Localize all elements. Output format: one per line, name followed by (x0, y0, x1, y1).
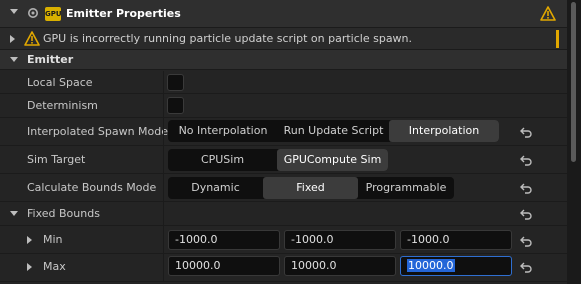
sim-target-segmented-control[interactable]: CPUSim GPUCompute Sim (168, 149, 388, 171)
property-label: Calculate Bounds Mode (27, 181, 157, 194)
panel-title: Emitter Properties (66, 7, 181, 20)
row-min: Min -1000.0 -1000.0 -1000.0 (0, 226, 567, 254)
warning-accent-bar (556, 30, 559, 48)
row-calculate-bounds-mode: Calculate Bounds Mode Dynamic Fixed Prog… (0, 174, 567, 202)
warning-icon (540, 6, 556, 21)
interpolated-spawn-segmented-control[interactable]: No Interpolation Run Update Script Inter… (168, 120, 499, 142)
vertical-scrollbar[interactable] (567, 0, 581, 284)
property-label: Sim Target (27, 153, 86, 166)
gpu-icon: GPU (45, 7, 62, 21)
option-cpusim[interactable]: CPUSim (168, 149, 277, 171)
property-label: Fixed Bounds (27, 207, 100, 220)
option-interpolation[interactable]: Interpolation (389, 120, 499, 142)
determinism-checkbox[interactable] (167, 97, 184, 114)
chevron-right-icon[interactable] (9, 34, 16, 44)
section-emitter[interactable]: Emitter (0, 50, 567, 70)
option-gpucompute-sim[interactable]: GPUCompute Sim (277, 149, 388, 171)
calculate-bounds-segmented-control[interactable]: Dynamic Fixed Programmable (168, 177, 454, 199)
selected-text: 10000.0 (407, 259, 455, 272)
row-interpolated-spawn-mode: Interpolated Spawn Mode No Interpolation… (0, 118, 567, 146)
row-sim-target: Sim Target CPUSim GPUCompute Sim (0, 146, 567, 174)
row-fixed-bounds[interactable]: Fixed Bounds (0, 202, 567, 226)
chevron-down-icon[interactable] (9, 8, 19, 16)
warning-row[interactable]: GPU is incorrectly running particle upda… (0, 28, 567, 50)
chevron-down-icon[interactable] (9, 210, 19, 218)
chevron-down-icon[interactable] (9, 56, 19, 64)
row-determinism: Determinism (0, 94, 567, 118)
panel-header[interactable]: GPU Emitter Properties (0, 0, 567, 28)
warning-icon (24, 31, 40, 46)
reset-to-default-icon[interactable] (519, 125, 533, 139)
min-y-input[interactable]: -1000.0 (284, 230, 396, 250)
reset-to-default-icon[interactable] (519, 153, 533, 167)
chevron-right-icon[interactable] (26, 262, 33, 272)
option-programmable[interactable]: Programmable (358, 177, 454, 199)
reset-to-default-icon[interactable] (519, 234, 533, 248)
option-fixed[interactable]: Fixed (263, 177, 358, 199)
max-y-input[interactable]: 10000.0 (284, 256, 396, 276)
chevron-right-icon[interactable] (26, 235, 33, 245)
reset-to-default-icon[interactable] (519, 260, 533, 274)
option-dynamic[interactable]: Dynamic (168, 177, 263, 199)
min-z-input[interactable]: -1000.0 (400, 230, 512, 250)
property-label: Min (43, 233, 63, 246)
property-label: Determinism (27, 99, 98, 112)
max-z-input[interactable]: 10000.0 (400, 256, 512, 276)
row-max: Max 10000.0 10000.0 10000.0 (0, 254, 567, 282)
warning-message: GPU is incorrectly running particle upda… (43, 32, 413, 45)
property-label: Interpolated Spawn Mode (27, 125, 169, 138)
property-label: Local Space (27, 76, 93, 89)
option-run-update-script[interactable]: Run Update Script (278, 120, 389, 142)
max-x-input[interactable]: 10000.0 (168, 256, 280, 276)
property-label: Max (43, 260, 66, 273)
reset-to-default-icon[interactable] (519, 207, 533, 221)
min-x-input[interactable]: -1000.0 (168, 230, 280, 250)
local-space-checkbox[interactable] (167, 74, 184, 91)
emitter-properties-panel: GPU Emitter Properties GPU is incorrectl… (0, 0, 567, 284)
option-no-interpolation[interactable]: No Interpolation (168, 120, 278, 142)
section-label: Emitter (27, 53, 74, 66)
gear-icon (28, 8, 38, 18)
reset-to-default-icon[interactable] (519, 181, 533, 195)
scrollbar-thumb[interactable] (571, 2, 576, 162)
row-local-space: Local Space (0, 71, 567, 94)
